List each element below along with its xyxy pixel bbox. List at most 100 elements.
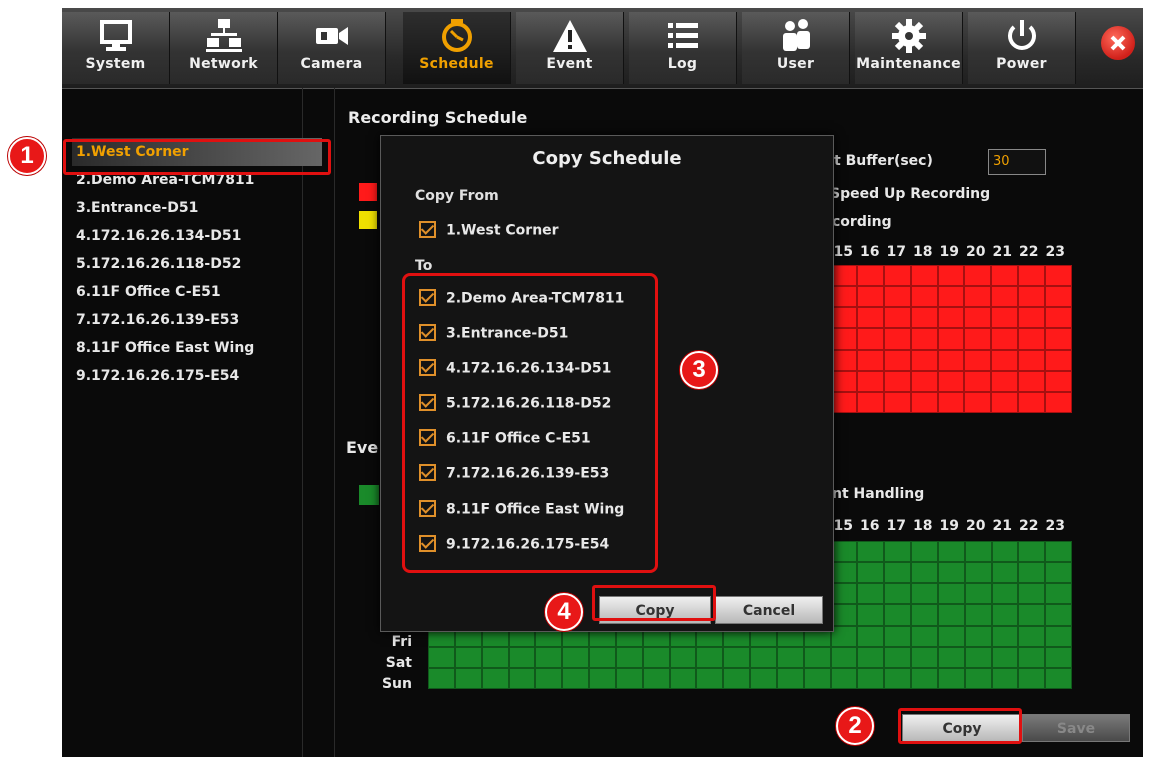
schedule-cell[interactable] <box>911 667 938 689</box>
tab-camera[interactable]: Camera <box>278 12 386 84</box>
schedule-cell[interactable] <box>910 391 938 413</box>
schedule-cell[interactable] <box>991 349 1019 371</box>
schedule-cell[interactable] <box>911 562 938 584</box>
schedule-cell[interactable] <box>1045 307 1072 329</box>
schedule-cell[interactable] <box>1045 625 1072 647</box>
schedule-cell[interactable] <box>991 541 1019 563</box>
camera-item[interactable]: 8.11F Office East Wing <box>72 334 322 362</box>
schedule-cell[interactable] <box>857 646 885 668</box>
schedule-cell[interactable] <box>535 646 563 668</box>
schedule-cell[interactable] <box>857 583 885 605</box>
schedule-cell[interactable] <box>776 646 804 668</box>
schedule-cell[interactable] <box>1045 349 1072 371</box>
schedule-cell[interactable] <box>750 667 777 689</box>
camera-item[interactable]: 7.172.16.26.139-E53 <box>72 306 322 334</box>
schedule-cell[interactable] <box>856 328 884 350</box>
schedule-cell[interactable] <box>830 625 858 647</box>
schedule-cell[interactable] <box>857 625 885 647</box>
schedule-cell[interactable] <box>856 265 884 287</box>
schedule-cell[interactable] <box>883 307 911 329</box>
schedule-cell[interactable] <box>910 328 938 350</box>
schedule-cell[interactable] <box>883 328 911 350</box>
schedule-cell[interactable] <box>642 646 670 668</box>
schedule-cell[interactable] <box>857 604 885 626</box>
schedule-cell[interactable] <box>910 265 938 287</box>
schedule-cell[interactable] <box>1018 604 1046 626</box>
schedule-cell[interactable] <box>991 391 1019 413</box>
schedule-cell[interactable] <box>991 307 1019 329</box>
schedule-cell[interactable] <box>803 646 831 668</box>
schedule-cell[interactable] <box>1018 646 1046 668</box>
schedule-cell[interactable] <box>857 541 885 563</box>
tab-maintenance[interactable]: Maintenance <box>855 12 963 84</box>
schedule-cell[interactable] <box>1018 265 1046 287</box>
schedule-cell[interactable] <box>884 667 911 689</box>
schedule-cell[interactable] <box>937 541 965 563</box>
schedule-cell[interactable] <box>910 349 938 371</box>
schedule-cell[interactable] <box>964 562 992 584</box>
schedule-cell[interactable] <box>964 646 992 668</box>
schedule-cell[interactable] <box>937 349 965 371</box>
schedule-cell[interactable] <box>911 625 938 647</box>
schedule-cell[interactable] <box>856 286 884 308</box>
schedule-cell[interactable] <box>964 667 992 689</box>
schedule-cell[interactable] <box>964 286 992 308</box>
schedule-cell[interactable] <box>830 328 857 350</box>
schedule-cell[interactable] <box>750 646 777 668</box>
schedule-cell[interactable] <box>562 667 589 689</box>
schedule-cell[interactable] <box>937 562 965 584</box>
tab-system[interactable]: System <box>62 12 170 84</box>
schedule-cell[interactable] <box>830 286 857 308</box>
schedule-cell[interactable] <box>964 370 992 392</box>
schedule-cell[interactable] <box>883 349 911 371</box>
camera-item[interactable]: 3.Entrance-D51 <box>72 194 322 222</box>
schedule-cell[interactable] <box>1045 604 1072 626</box>
schedule-cell[interactable] <box>964 307 992 329</box>
schedule-cell[interactable] <box>454 646 482 668</box>
schedule-cell[interactable] <box>481 646 509 668</box>
schedule-cell[interactable] <box>1045 370 1072 392</box>
schedule-cell[interactable] <box>535 667 563 689</box>
schedule-cell[interactable] <box>428 646 455 668</box>
schedule-cell[interactable] <box>937 370 965 392</box>
schedule-cell[interactable] <box>589 667 616 689</box>
schedule-cell[interactable] <box>991 265 1019 287</box>
schedule-cell[interactable] <box>910 307 938 329</box>
schedule-cell[interactable] <box>857 667 885 689</box>
schedule-cell[interactable] <box>910 286 938 308</box>
schedule-cell[interactable] <box>508 646 536 668</box>
schedule-cell[interactable] <box>481 667 509 689</box>
schedule-cell[interactable] <box>937 307 965 329</box>
schedule-cell[interactable] <box>937 328 965 350</box>
schedule-cell[interactable] <box>937 265 965 287</box>
schedule-cell[interactable] <box>991 328 1019 350</box>
schedule-cell[interactable] <box>615 667 643 689</box>
schedule-cell[interactable] <box>937 583 965 605</box>
schedule-cell[interactable] <box>883 286 911 308</box>
schedule-cell[interactable] <box>991 583 1019 605</box>
schedule-cell[interactable] <box>803 667 831 689</box>
schedule-cell[interactable] <box>964 541 992 563</box>
dialog-cancel-button[interactable]: Cancel <box>715 596 823 624</box>
schedule-cell[interactable] <box>856 307 884 329</box>
close-button[interactable] <box>1101 26 1135 60</box>
schedule-cell[interactable] <box>911 541 938 563</box>
schedule-cell[interactable] <box>1018 286 1046 308</box>
schedule-cell[interactable] <box>830 604 858 626</box>
schedule-cell[interactable] <box>911 604 938 626</box>
schedule-cell[interactable] <box>1018 583 1046 605</box>
tab-power[interactable]: Power <box>968 12 1076 84</box>
schedule-cell[interactable] <box>830 646 858 668</box>
camera-item[interactable]: 4.172.16.26.134-D51 <box>72 222 322 250</box>
schedule-cell[interactable] <box>428 667 455 689</box>
schedule-cell[interactable] <box>964 349 992 371</box>
schedule-cell[interactable] <box>508 667 536 689</box>
schedule-cell[interactable] <box>964 625 992 647</box>
camera-item[interactable]: 9.172.16.26.175-E54 <box>72 362 322 390</box>
schedule-cell[interactable] <box>1045 667 1072 689</box>
tab-log[interactable]: Log <box>629 12 737 84</box>
schedule-cell[interactable] <box>1018 541 1046 563</box>
schedule-cell[interactable] <box>830 370 857 392</box>
schedule-cell[interactable] <box>1045 562 1072 584</box>
tab-event[interactable]: Event <box>516 12 624 84</box>
